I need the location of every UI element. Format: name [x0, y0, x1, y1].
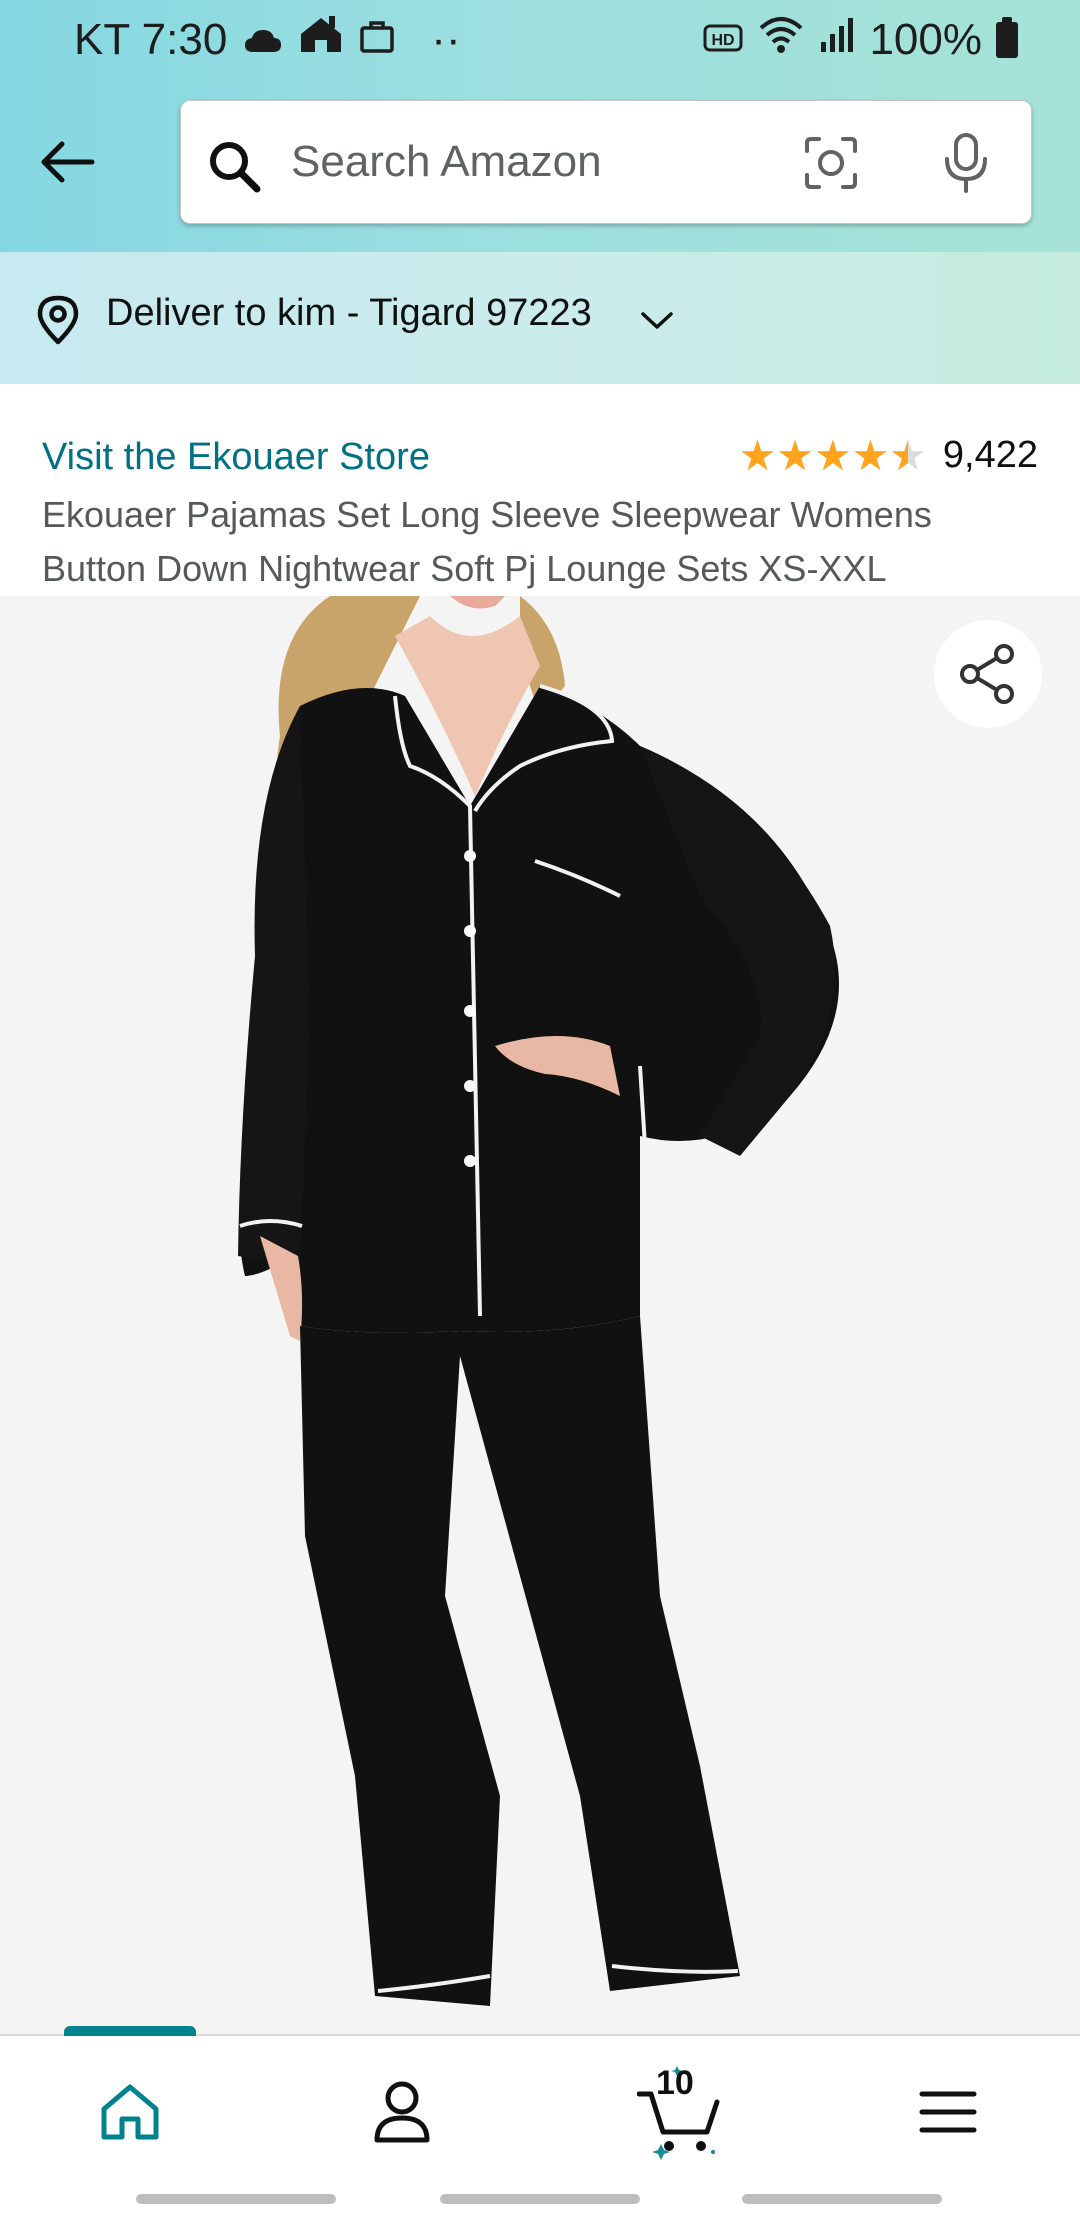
cloud-icon — [243, 15, 283, 65]
nav-account[interactable] — [342, 2062, 462, 2162]
chevron-down-icon — [640, 310, 674, 337]
location-pin-icon — [36, 294, 80, 351]
nav-cart[interactable]: 10 — [612, 2062, 752, 2162]
nav-menu[interactable] — [888, 2062, 1008, 2162]
rating-count: 9,422 — [942, 434, 1038, 476]
svg-text:HD: HD — [712, 32, 735, 49]
home-icon — [101, 2084, 159, 2140]
back-arrow-icon — [41, 141, 95, 183]
delivery-location-text: Deliver to kim - Tigard 97223 — [106, 292, 592, 334]
cart-count-badge: 10 — [656, 2064, 694, 2102]
status-left: KT 7:30 ·· — [74, 14, 461, 65]
account-icon — [374, 2081, 430, 2143]
battery-percent: 100% — [869, 14, 982, 64]
product-header: Visit the Ekouaer Store ★★★★★ ★★★★★ 9,42… — [0, 384, 1080, 596]
hd-icon: HD — [703, 15, 743, 65]
search-input[interactable] — [291, 127, 761, 197]
status-time: KT 7:30 — [74, 14, 228, 64]
bag-status-icon — [359, 15, 395, 65]
delivery-location-bar[interactable]: Deliver to kim - Tigard 97223 — [0, 252, 1080, 384]
share-icon — [960, 644, 1014, 704]
battery-icon — [996, 16, 1018, 58]
active-tab-indicator — [64, 2026, 196, 2036]
share-button[interactable] — [934, 620, 1042, 728]
signal-icon — [819, 15, 855, 65]
product-photo-pajamas — [238, 596, 839, 2006]
hamburger-menu-icon — [919, 2091, 977, 2133]
wifi-icon — [757, 14, 805, 65]
nav-home[interactable] — [70, 2062, 190, 2162]
star-rating: ★★★★★ ★★★★★ — [738, 434, 927, 477]
microphone-icon[interactable] — [941, 131, 991, 200]
status-more-dots: ·· — [431, 14, 461, 64]
gesture-home[interactable] — [440, 2194, 640, 2204]
app-header — [0, 96, 1080, 226]
search-icon[interactable] — [207, 139, 263, 200]
visit-store-link[interactable]: Visit the Ekouaer Store — [42, 436, 430, 479]
product-title: Ekouaer Pajamas Set Long Sleeve Sleepwea… — [42, 494, 932, 589]
product-rating[interactable]: ★★★★★ ★★★★★ 9,422 — [739, 434, 1038, 477]
gesture-back[interactable] — [742, 2194, 942, 2204]
camera-scan-icon[interactable] — [803, 135, 859, 196]
product-image[interactable] — [0, 596, 1080, 2034]
status-bar: KT 7:30 ·· HD 100% — [0, 0, 1080, 76]
gesture-recents[interactable] — [136, 2194, 336, 2204]
home-status-icon — [299, 14, 343, 65]
star-rating-filled: ★★★★★ — [738, 434, 908, 477]
search-bar[interactable] — [180, 100, 1032, 224]
bottom-navigation: 10 — [0, 2026, 1080, 2178]
back-button[interactable] — [30, 126, 102, 198]
status-right: HD 100% — [703, 14, 1018, 65]
system-gesture-bar — [0, 2178, 1080, 2220]
